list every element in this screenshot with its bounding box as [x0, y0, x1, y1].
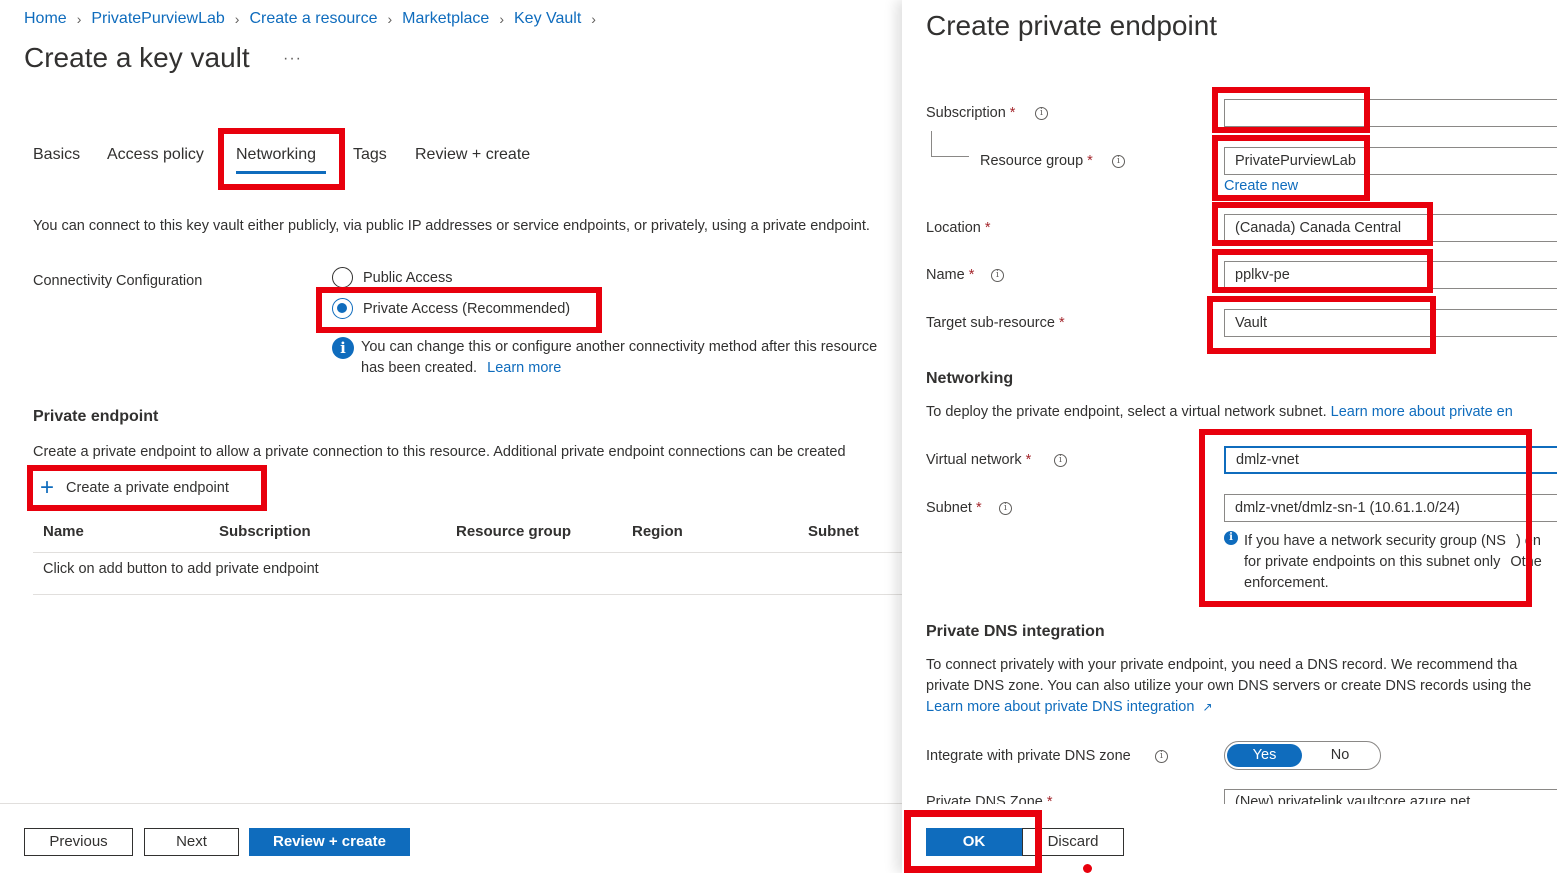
networking-heading: Networking	[926, 370, 1014, 387]
public-access-label[interactable]: Public Access	[363, 270, 452, 286]
dns-zone-dropdown[interactable]: (New) privatelink.vaultcore.azure.net	[1224, 789, 1557, 804]
toggle-no[interactable]: No	[1320, 744, 1360, 767]
dns-zone-label: Private DNS Zone *	[926, 794, 1053, 804]
location-dropdown[interactable]: (Canada) Canada Central	[1224, 214, 1557, 242]
toggle-yes[interactable]: Yes	[1227, 744, 1302, 767]
info-icon[interactable]: i	[1054, 454, 1067, 467]
breadcrumb: Home › PrivatePurviewLab › Create a resour…	[24, 10, 606, 28]
dns-description-line-1: To connect privately with your private e…	[926, 657, 1518, 673]
active-tab-indicator	[236, 171, 326, 174]
connectivity-label: Connectivity Configuration	[33, 273, 203, 289]
create-new-link[interactable]: Create new	[1224, 178, 1298, 194]
nsg-info-text: If you have a network security group (NS…	[1244, 533, 1542, 591]
info-icon[interactable]: i	[1035, 107, 1048, 120]
tree-connector	[931, 131, 969, 157]
private-access-radio[interactable]	[332, 298, 353, 319]
connectivity-info: You can change this or configure another…	[361, 339, 878, 376]
column-header-name: Name	[43, 523, 84, 540]
dns-heading: Private DNS integration	[926, 623, 1105, 640]
previous-button[interactable]: Previous	[24, 828, 133, 856]
column-header-subnet: Subnet	[808, 523, 859, 540]
page-title: Create a key vault	[24, 42, 250, 73]
table-divider	[33, 594, 902, 595]
target-sub-resource-label: Target sub-resource *	[926, 315, 1065, 331]
next-button[interactable]: Next	[144, 828, 239, 856]
column-header-subscription: Subscription	[219, 523, 311, 540]
panel-title: Create private endpoint	[926, 10, 1218, 41]
subscription-label: Subscription *	[926, 105, 1016, 121]
chevron-right-icon: ›	[234, 11, 240, 27]
virtual-network-label: Virtual network *	[926, 452, 1032, 468]
name-label: Name *	[926, 267, 975, 283]
breadcrumb-create-resource[interactable]: Create a resource	[249, 10, 377, 28]
subscription-dropdown[interactable]	[1224, 99, 1557, 127]
location-label: Location *	[926, 220, 991, 236]
more-options-button[interactable]: ···	[283, 50, 302, 68]
private-endpoint-description: Create a private endpoint to allow a pri…	[33, 444, 846, 460]
chevron-right-icon: ›	[387, 11, 393, 27]
breadcrumb-home[interactable]: Home	[24, 10, 67, 28]
resource-group-label: Resource group *	[980, 153, 1093, 169]
learn-more-private-endpoint-link[interactable]: Learn more about private en	[1331, 404, 1513, 420]
private-access-label[interactable]: Private Access (Recommended)	[363, 301, 570, 317]
add-icon: +	[40, 474, 55, 501]
subnet-label: Subnet *	[926, 500, 982, 516]
cursor-marker	[1083, 864, 1092, 873]
column-header-region: Region	[632, 523, 683, 540]
learn-more-link[interactable]: Learn more	[487, 360, 561, 376]
target-sub-resource-dropdown[interactable]: Vault	[1224, 309, 1557, 337]
column-header-resource-group: Resource group	[456, 523, 572, 540]
private-endpoint-heading: Private endpoint	[33, 408, 159, 425]
review-create-button[interactable]: Review + create	[249, 828, 410, 856]
tab-basics[interactable]: Basics	[33, 146, 80, 164]
create-private-endpoint-panel: Create private endpoint Subscription * i …	[902, 0, 1557, 873]
ok-button[interactable]: OK	[926, 828, 1022, 856]
breadcrumb-marketplace[interactable]: Marketplace	[402, 10, 489, 28]
table-empty-row: Click on add button to add private endpo…	[43, 561, 319, 577]
subnet-dropdown[interactable]: dmlz-vnet/dmlz-sn-1 (10.61.1.0/24)	[1224, 494, 1557, 522]
info-icon: i	[1224, 531, 1238, 545]
external-link-icon: ↗	[1202, 700, 1213, 714]
chevron-right-icon: ›	[499, 11, 504, 27]
info-icon[interactable]: i	[1155, 750, 1168, 763]
chevron-right-icon: ›	[76, 11, 82, 27]
breadcrumb-key-vault[interactable]: Key Vault	[514, 10, 581, 28]
public-access-radio[interactable]	[332, 267, 353, 288]
info-icon[interactable]: i	[999, 502, 1012, 515]
networking-description: To deploy the private endpoint, select a…	[926, 404, 1513, 420]
tab-review-create[interactable]: Review + create	[415, 146, 530, 164]
chevron-right-icon: ›	[591, 11, 596, 27]
tab-networking[interactable]: Networking	[236, 146, 316, 164]
tab-tags[interactable]: Tags	[353, 146, 387, 164]
table-divider	[33, 552, 902, 553]
integrate-dns-label: Integrate with private DNS zone	[926, 748, 1131, 764]
learn-more-dns-link[interactable]: Learn more about private DNS integration…	[926, 699, 1213, 715]
resource-group-dropdown[interactable]: PrivatePurviewLab	[1224, 147, 1557, 175]
create-private-endpoint-button[interactable]: + Create a private endpoint	[40, 474, 229, 501]
footer-divider	[0, 803, 902, 804]
tab-access-policy[interactable]: Access policy	[107, 146, 204, 164]
discard-button[interactable]: Discard	[1022, 828, 1124, 856]
breadcrumb-resource-group[interactable]: PrivatePurviewLab	[91, 10, 224, 28]
info-icon[interactable]: i	[991, 269, 1004, 282]
dns-description-line-2: private DNS zone. You can also utilize y…	[926, 678, 1532, 694]
networking-intro: You can connect to this key vault either…	[33, 218, 870, 234]
integrate-dns-toggle[interactable]: Yes No	[1224, 741, 1381, 770]
info-icon: i	[332, 337, 354, 359]
name-input[interactable]: pplkv-pe	[1224, 261, 1557, 289]
virtual-network-dropdown[interactable]: dmlz-vnet	[1224, 446, 1557, 474]
info-icon[interactable]: i	[1112, 155, 1125, 168]
